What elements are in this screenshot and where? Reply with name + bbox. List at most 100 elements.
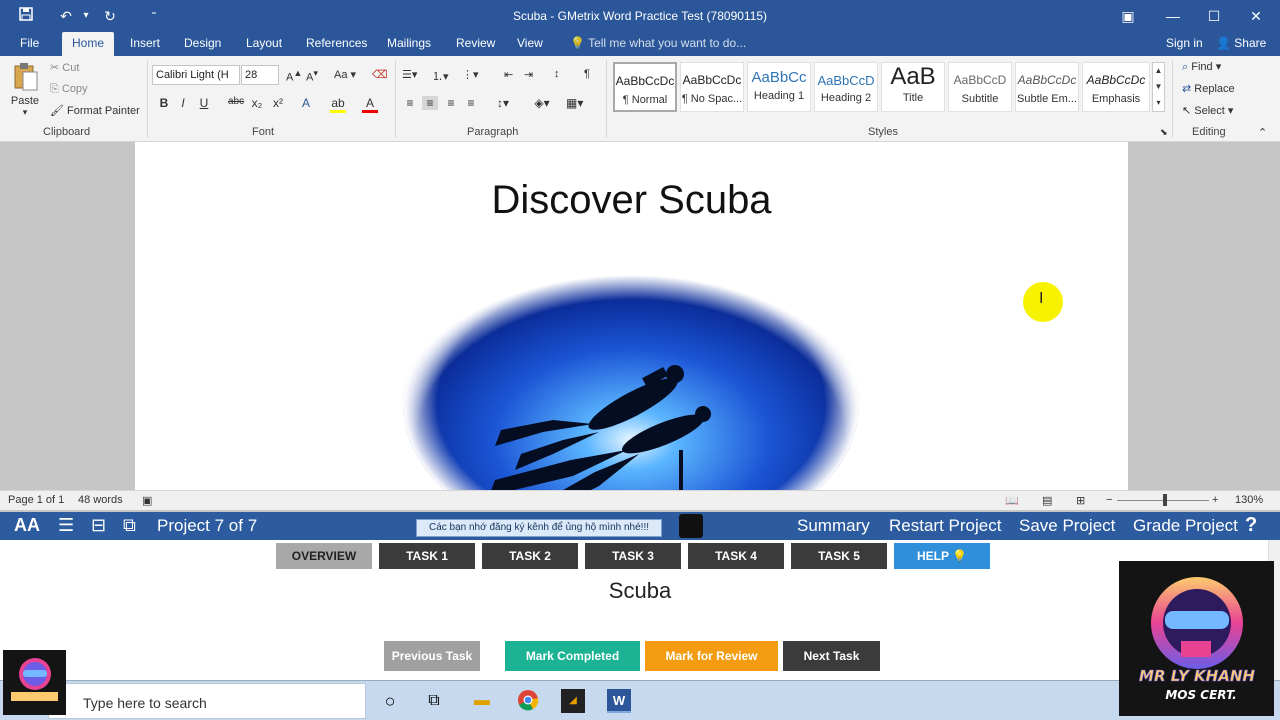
minimize-icon[interactable]: — bbox=[1163, 6, 1183, 26]
tab-file[interactable]: File bbox=[10, 32, 49, 56]
text-size-icon[interactable]: AA bbox=[14, 515, 40, 536]
tab-references[interactable]: References bbox=[296, 32, 377, 56]
show-marks-icon[interactable]: ¶ bbox=[584, 68, 590, 80]
tab-view[interactable]: View bbox=[507, 32, 553, 56]
menu-icon[interactable]: ☰ bbox=[58, 515, 74, 536]
tab-task-2[interactable]: TASK 2 bbox=[482, 543, 578, 569]
previous-task-button[interactable]: Previous Task bbox=[384, 641, 480, 671]
tab-task-3[interactable]: TASK 3 bbox=[585, 543, 681, 569]
style-subtitle[interactable]: AaBbCcD Subtitle bbox=[948, 62, 1012, 112]
close-icon[interactable]: ✕ bbox=[1246, 6, 1266, 26]
chrome-icon[interactable] bbox=[516, 689, 540, 713]
tab-layout[interactable]: Layout bbox=[236, 32, 292, 56]
save-project-link[interactable]: Save Project bbox=[1019, 516, 1115, 536]
next-task-button[interactable]: Next Task bbox=[783, 641, 880, 671]
maximize-icon[interactable]: ☐ bbox=[1204, 6, 1224, 26]
multilevel-list-icon[interactable]: ⋮▾ bbox=[462, 68, 479, 81]
format-painter-button[interactable]: 🖌 Format Painter bbox=[50, 104, 140, 117]
clear-formatting-icon[interactable]: ⌫ bbox=[372, 68, 388, 81]
tab-home[interactable]: Home bbox=[62, 32, 115, 56]
summary-link[interactable]: Summary bbox=[797, 516, 870, 536]
select-button[interactable]: ↖ Select ▾ bbox=[1182, 104, 1233, 117]
subscript-icon[interactable]: x₂ bbox=[249, 96, 265, 110]
style-emphasis[interactable]: AaBbCcDc Emphasis bbox=[1082, 62, 1150, 112]
tab-overview[interactable]: OVERVIEW bbox=[276, 543, 372, 569]
shrink-font-icon[interactable]: A▾ bbox=[306, 68, 318, 84]
tab-mailings[interactable]: Mailings bbox=[377, 32, 441, 56]
styles-dialog-launcher-icon[interactable]: ⬊ bbox=[1160, 127, 1168, 138]
tab-insert[interactable]: Insert bbox=[120, 32, 170, 56]
highlight-icon[interactable]: ab bbox=[330, 96, 346, 113]
justify-icon[interactable]: ≡ bbox=[463, 96, 479, 110]
zoom-level[interactable]: 130% bbox=[1235, 494, 1263, 506]
font-color-icon[interactable]: A bbox=[362, 96, 378, 113]
print-layout-icon[interactable]: ▤ bbox=[1042, 494, 1052, 507]
tab-task-4[interactable]: TASK 4 bbox=[688, 543, 784, 569]
web-layout-icon[interactable]: ⊞ bbox=[1076, 494, 1085, 507]
find-button[interactable]: ⌕ Find ▾ bbox=[1182, 60, 1221, 74]
sign-in-link[interactable]: Sign in bbox=[1156, 32, 1213, 56]
proofing-icon[interactable]: ▣ bbox=[142, 494, 152, 507]
cut-button[interactable]: ✂ Cut bbox=[50, 61, 79, 74]
style-normal[interactable]: AaBbCcDc ¶ Normal bbox=[613, 62, 677, 112]
tab-help[interactable]: HELP 💡 bbox=[894, 543, 990, 569]
grow-font-icon[interactable]: A▲ bbox=[286, 68, 302, 84]
cortana-icon[interactable]: ○ bbox=[378, 689, 402, 713]
styles-scroll[interactable]: ▲ ▼ ▾ bbox=[1152, 62, 1165, 112]
grade-project-link[interactable]: Grade Project bbox=[1133, 516, 1238, 536]
word-icon[interactable]: W bbox=[607, 689, 631, 713]
scuba-diver-image[interactable] bbox=[403, 254, 859, 490]
tab-design[interactable]: Design bbox=[174, 32, 231, 56]
tab-task-1[interactable]: TASK 1 bbox=[379, 543, 475, 569]
style-subtle-emphasis[interactable]: AaBbCcDc Subtle Em... bbox=[1015, 62, 1079, 112]
text-effects-icon[interactable]: A bbox=[298, 96, 314, 110]
line-spacing-icon[interactable]: ↕▾ bbox=[495, 96, 511, 110]
bold-icon[interactable]: B bbox=[156, 96, 172, 110]
font-size-select[interactable]: 28 bbox=[241, 65, 279, 85]
style-heading-1[interactable]: AaBbCc Heading 1 bbox=[747, 62, 811, 112]
style-no-spacing[interactable]: AaBbCcDc ¶ No Spac... bbox=[680, 62, 744, 112]
page-count[interactable]: Page 1 of 1 bbox=[8, 494, 64, 506]
word-count[interactable]: 48 words bbox=[78, 494, 123, 506]
style-title[interactable]: AaB Title bbox=[881, 62, 945, 112]
italic-icon[interactable]: I bbox=[175, 96, 191, 110]
gmetrix-icon[interactable]: ◢ bbox=[561, 689, 585, 713]
taskbar-search[interactable]: ⌕ Type here to search bbox=[48, 683, 366, 719]
paste-button[interactable]: Paste ▾ bbox=[8, 62, 42, 118]
read-mode-icon[interactable]: 📖 bbox=[1005, 494, 1019, 507]
collapse-ribbon-icon[interactable]: ⌃ bbox=[1258, 126, 1267, 139]
decrease-indent-icon[interactable]: ⇤ bbox=[504, 68, 513, 81]
zoom-out-icon[interactable]: − bbox=[1106, 494, 1112, 506]
increase-indent-icon[interactable]: ⇥ bbox=[524, 68, 533, 81]
copy-button[interactable]: ⎘ Copy bbox=[50, 83, 88, 96]
align-right-icon[interactable]: ≡ bbox=[443, 96, 459, 110]
restore-panel-icon[interactable]: ⧉ bbox=[123, 515, 136, 536]
borders-icon[interactable]: ▦▾ bbox=[566, 96, 583, 110]
zoom-slider-thumb[interactable] bbox=[1163, 494, 1167, 506]
task-view-icon[interactable]: ⧉ bbox=[422, 689, 446, 713]
replace-button[interactable]: ⇄ Replace bbox=[1182, 82, 1235, 95]
paste-dropdown-icon[interactable]: ▾ bbox=[8, 107, 42, 118]
tab-review[interactable]: Review bbox=[446, 32, 505, 56]
underline-icon[interactable]: U bbox=[196, 96, 212, 110]
tell-me-box[interactable]: 💡 Tell me what you want to do... bbox=[560, 32, 756, 56]
zoom-in-icon[interactable]: + bbox=[1212, 494, 1218, 506]
document-page[interactable]: Discover Scuba I bbox=[135, 142, 1128, 490]
superscript-icon[interactable]: x² bbox=[270, 96, 286, 110]
ribbon-display-icon[interactable]: ▣ bbox=[1118, 6, 1138, 26]
style-heading-2[interactable]: AaBbCcD Heading 2 bbox=[814, 62, 878, 112]
shading-icon[interactable]: ◈▾ bbox=[534, 96, 550, 110]
bullets-icon[interactable]: ☰▾ bbox=[402, 68, 417, 81]
minimize-panel-icon[interactable]: ⊟ bbox=[91, 515, 106, 536]
file-explorer-icon[interactable]: ▬ bbox=[470, 689, 494, 713]
share-button[interactable]: 👤 Share bbox=[1206, 32, 1276, 56]
tab-task-5[interactable]: TASK 5 bbox=[791, 543, 887, 569]
help-icon[interactable]: ? bbox=[1245, 514, 1257, 537]
mark-completed-button[interactable]: Mark Completed bbox=[505, 641, 640, 671]
font-name-select[interactable]: Calibri Light (H bbox=[152, 65, 240, 85]
sort-icon[interactable]: ↕ bbox=[554, 68, 560, 80]
align-left-icon[interactable]: ≡ bbox=[402, 96, 418, 110]
numbering-icon[interactable]: ⒈▾ bbox=[432, 68, 449, 84]
strikethrough-icon[interactable]: abc bbox=[228, 96, 244, 107]
mark-for-review-button[interactable]: Mark for Review bbox=[645, 641, 778, 671]
